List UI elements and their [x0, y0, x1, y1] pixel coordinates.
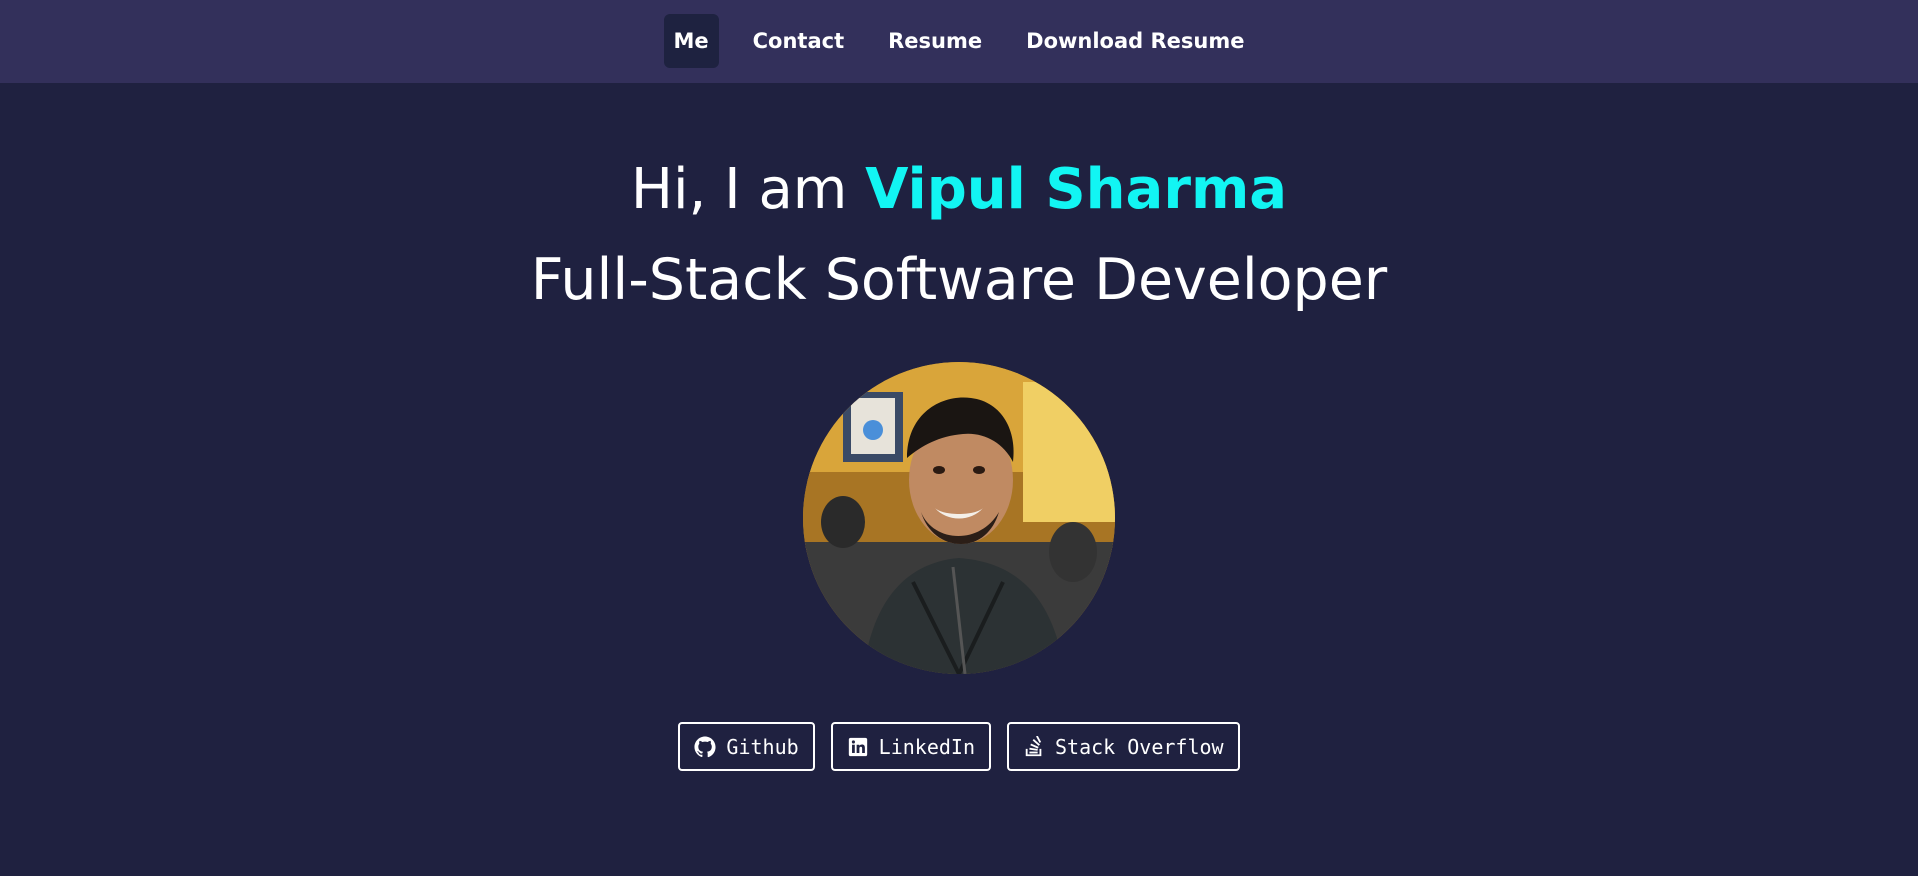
github-label: Github: [726, 734, 799, 759]
github-icon: [694, 735, 716, 758]
social-links: Github LinkedIn Stack Overflow: [0, 722, 1918, 771]
greeting-heading: Hi, I am Vipul Sharma: [0, 150, 1918, 230]
nav-menu: Me Contact Resume Download Resume: [0, 14, 1918, 68]
github-button[interactable]: Github: [678, 722, 815, 771]
job-title: Full-Stack Software Developer: [530, 247, 1388, 313]
linkedin-button[interactable]: LinkedIn: [830, 722, 991, 771]
nav-item-download-resume[interactable]: Download Resume: [1016, 14, 1254, 68]
stack-overflow-button[interactable]: Stack Overflow: [1007, 722, 1240, 771]
nav-item-me[interactable]: Me: [663, 14, 719, 68]
stack-overflow-label: Stack Overflow: [1055, 734, 1224, 759]
top-navbar: Me Contact Resume Download Resume: [0, 0, 1918, 83]
linkedin-label: LinkedIn: [878, 734, 975, 759]
nav-item-resume[interactable]: Resume: [878, 14, 992, 68]
nav-item-contact[interactable]: Contact: [743, 14, 855, 68]
hero-section: Hi, I am Vipul Sharma Full-Stack Softwar…: [0, 0, 1918, 876]
linkedin-icon: [847, 736, 869, 758]
profile-photo: [803, 362, 1115, 674]
avatar: [803, 362, 1115, 674]
hero-name: Vipul Sharma: [865, 157, 1288, 222]
greeting-prefix: Hi, I am: [630, 157, 866, 222]
stack-overflow-icon: [1023, 735, 1045, 758]
